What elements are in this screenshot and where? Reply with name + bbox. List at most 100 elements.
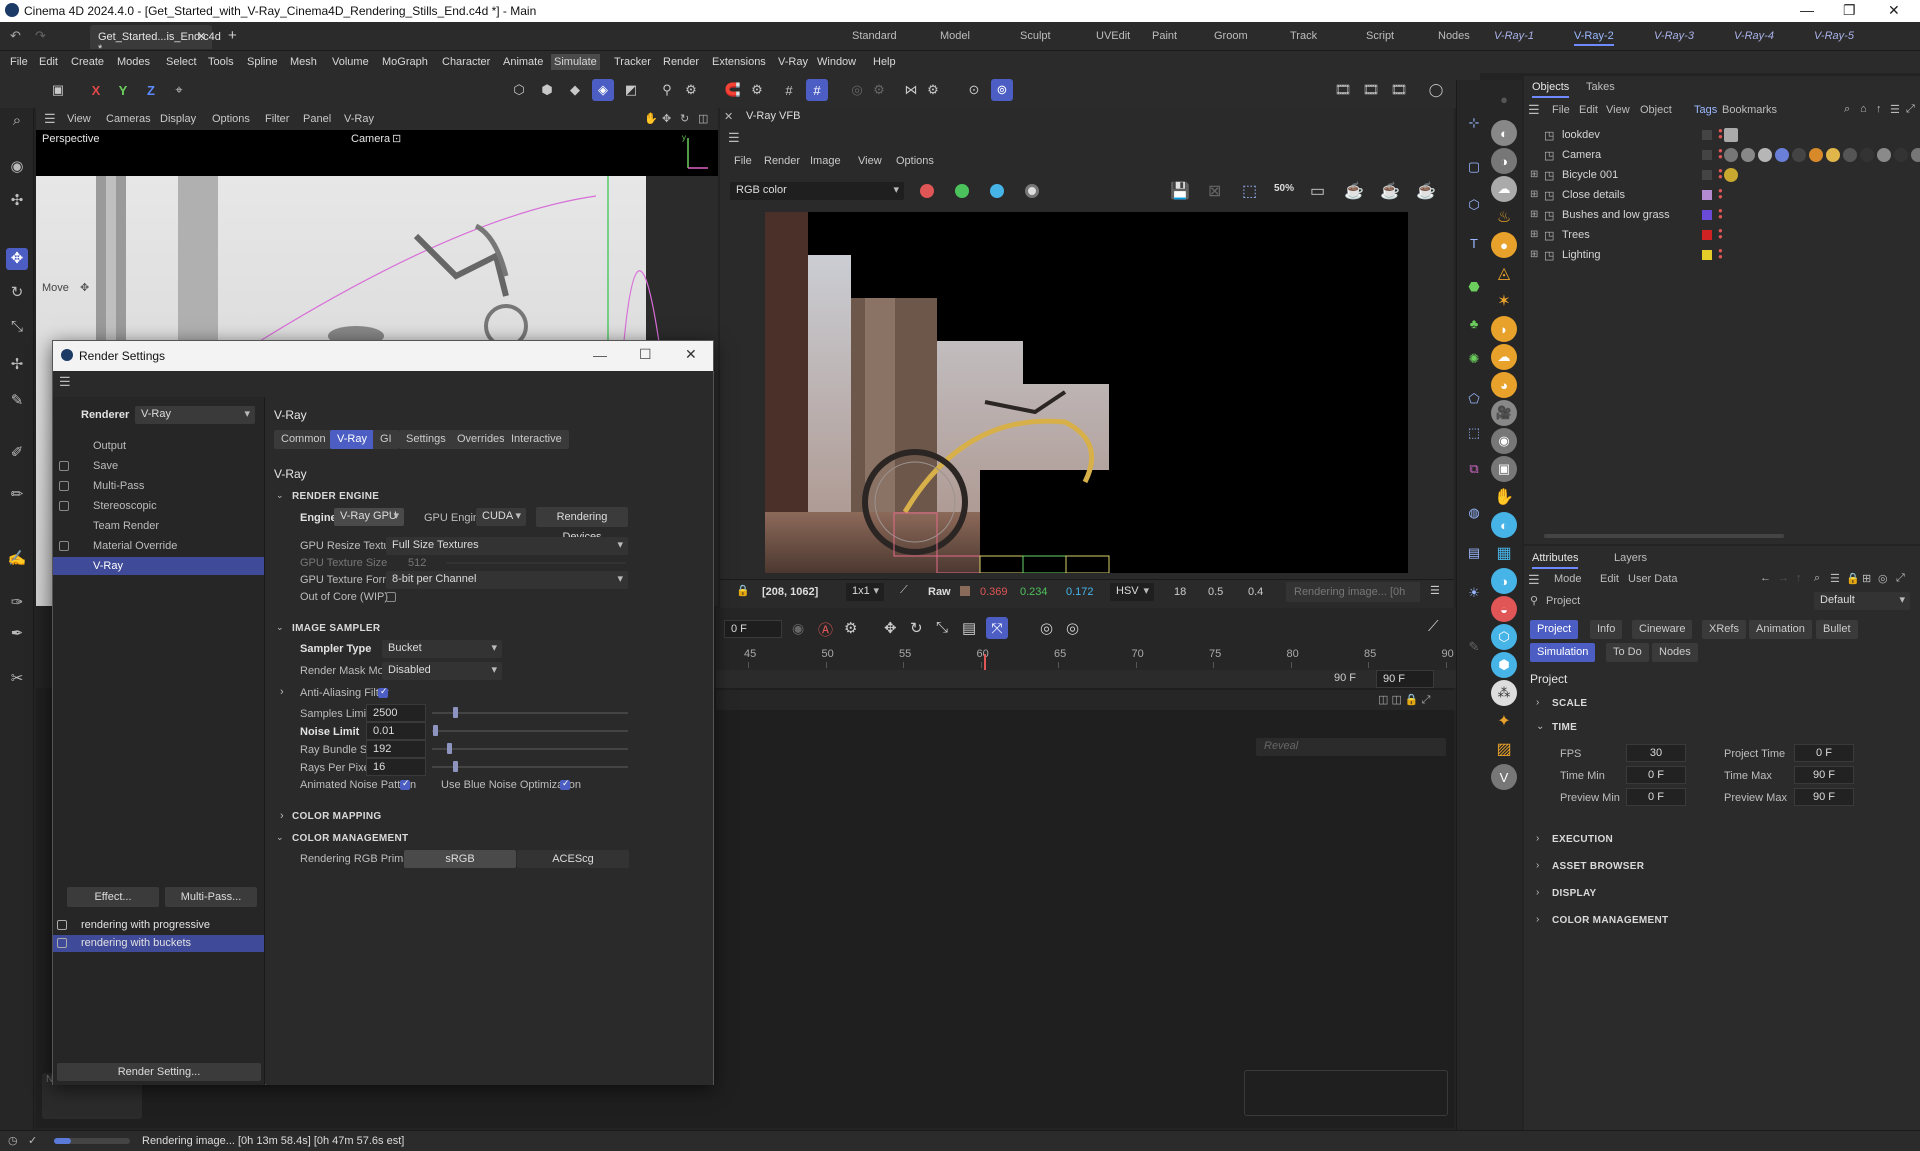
- layout-tab-v-ray-1[interactable]: V-Ray-1: [1494, 30, 1534, 42]
- document-tab[interactable]: Get_Started...is_End.c4d * ✕: [90, 25, 221, 55]
- layer-color-swatch[interactable]: [1702, 230, 1712, 240]
- aa-expand-icon[interactable]: ›: [280, 686, 284, 698]
- attr-menu-user-data[interactable]: User Data: [1628, 573, 1678, 585]
- redo-icon[interactable]: ↷: [35, 28, 46, 44]
- z-axis-button[interactable]: Z: [140, 79, 162, 101]
- object-name[interactable]: Bushes and low grass: [1562, 209, 1670, 221]
- engine-select[interactable]: V-Ray GPU: [334, 508, 404, 526]
- gradient-icon[interactable]: ▨: [1491, 736, 1517, 762]
- attr-section-display[interactable]: DISPLAY: [1552, 888, 1597, 899]
- menu-mograph[interactable]: MoGraph: [382, 56, 428, 68]
- visibility-dots-icon[interactable]: ● ●: [1718, 207, 1723, 221]
- noise-limit-field[interactable]: 0.01: [366, 722, 426, 740]
- color-management-section[interactable]: COLOR MANAGEMENT: [292, 833, 408, 844]
- objects-menu-view[interactable]: View: [1606, 104, 1630, 116]
- material-icon-1[interactable]: ✋: [1491, 484, 1517, 510]
- menu-render[interactable]: Render: [663, 56, 699, 68]
- viewport-menu-filter[interactable]: Filter: [265, 113, 289, 125]
- project-time-field[interactable]: 0 F: [1794, 744, 1854, 762]
- magnet-settings-icon[interactable]: ⚙: [746, 79, 768, 101]
- y-axis-button[interactable]: Y: [112, 79, 134, 101]
- attr-lock-icon[interactable]: 🔒: [1846, 572, 1860, 585]
- material-icon-3[interactable]: ▦: [1491, 540, 1517, 566]
- vray-volume-icon[interactable]: ⧉: [1461, 456, 1487, 482]
- material-tag-icon[interactable]: [1724, 148, 1738, 162]
- vray-environment-icon[interactable]: ◍: [1461, 500, 1487, 526]
- camera-icon-3[interactable]: ▣: [1491, 456, 1517, 482]
- pixel-ratio-select[interactable]: 1x1: [846, 583, 884, 601]
- layout-tab-standard[interactable]: Standard: [852, 30, 897, 42]
- light-icon-7[interactable]: ◬: [1491, 260, 1517, 286]
- attr-section-time[interactable]: TIME: [1552, 722, 1577, 733]
- layout-tab-v-ray-3[interactable]: V-Ray-3: [1654, 30, 1694, 42]
- material-tag-icon[interactable]: [1860, 148, 1874, 162]
- edges-mode-icon[interactable]: ⬢: [536, 79, 558, 101]
- motion-settings-icon[interactable]: ◎: [1066, 619, 1079, 637]
- attr-settings-icon[interactable]: ◎: [1878, 572, 1888, 585]
- material-icon-2[interactable]: ◐: [1491, 512, 1517, 538]
- effect-button[interactable]: Effect...: [67, 887, 159, 907]
- close-tab-icon[interactable]: ✕: [197, 30, 206, 43]
- grid-icon[interactable]: #: [778, 79, 800, 101]
- viewport-hamburger-icon[interactable]: ☰: [44, 111, 56, 127]
- attr-section-execution[interactable]: EXECUTION: [1552, 834, 1613, 845]
- light-icon-10[interactable]: ☁: [1491, 344, 1517, 370]
- out-of-core-checkbox[interactable]: [386, 592, 396, 602]
- lock-icon[interactable]: ◎: [846, 79, 868, 101]
- menu-create[interactable]: Create: [71, 56, 104, 68]
- multipass-button[interactable]: Multi-Pass...: [165, 887, 257, 907]
- zoom-badge[interactable]: 50%: [1274, 183, 1294, 194]
- save-image-icon[interactable]: 💾: [1170, 181, 1190, 201]
- attr-section-scale[interactable]: SCALE: [1552, 698, 1587, 709]
- dialog-hamburger-icon[interactable]: ☰: [59, 374, 71, 390]
- menu-animate[interactable]: Animate: [503, 56, 543, 68]
- vfb-menu-file[interactable]: File: [734, 155, 752, 167]
- samples-limit-knob[interactable]: [453, 707, 458, 718]
- attr-section-color-management[interactable]: COLOR MANAGEMENT: [1552, 915, 1668, 926]
- sidebar-item-v-ray[interactable]: V-Ray: [53, 557, 264, 575]
- spline-pen-icon[interactable]: ✎: [6, 390, 28, 412]
- workplane-active-icon[interactable]: ⊚: [991, 79, 1013, 101]
- objects-expand-icon[interactable]: ⤢: [1906, 103, 1915, 116]
- sidebar-item-team-render[interactable]: Team Render: [53, 517, 264, 535]
- autokey-icon[interactable]: Ⓐ: [818, 619, 833, 640]
- channel-select[interactable]: RGB color: [730, 182, 904, 200]
- attr-new-icon[interactable]: ⊞: [1862, 572, 1871, 585]
- axis-settings-icon[interactable]: ⚙: [680, 79, 702, 101]
- viewport-layout-icon[interactable]: ◫: [698, 112, 708, 125]
- axis-mode-icon[interactable]: ⚲: [656, 79, 678, 101]
- menu-spline[interactable]: Spline: [247, 56, 278, 68]
- green-channel-icon[interactable]: [955, 184, 969, 198]
- current-frame-field[interactable]: 0 F: [724, 620, 782, 638]
- object-row-bushes-and-low-grass[interactable]: ⊞ ◳ Bushes and low grass ● ●: [1530, 206, 1914, 226]
- layout-icons[interactable]: ◫ ◫ 🔒 ⤢: [1378, 693, 1430, 707]
- preview-min-field[interactable]: 0 F: [1626, 788, 1686, 806]
- color-management-chevron-icon[interactable]: ⌄: [276, 832, 284, 843]
- coordinate-system-icon[interactable]: ⌖: [168, 79, 190, 101]
- layer-color-swatch[interactable]: [1702, 130, 1712, 140]
- attr-subtab-project[interactable]: Project: [1530, 620, 1579, 639]
- layer-color-swatch[interactable]: [1702, 170, 1712, 180]
- attr-subtab-info[interactable]: Info: [1590, 620, 1623, 639]
- menu-character[interactable]: Character: [442, 56, 490, 68]
- model-mode-icon[interactable]: ◈: [592, 79, 614, 101]
- objects-search-icon[interactable]: ⌕: [1844, 103, 1850, 116]
- brush-tool-icon[interactable]: ✏: [6, 484, 28, 506]
- attributes-hamburger-icon[interactable]: ☰: [1528, 572, 1540, 588]
- objects-menu-file[interactable]: File: [1552, 104, 1570, 116]
- object-name[interactable]: Camera: [1562, 149, 1601, 161]
- paint-tool-icon[interactable]: ✍: [6, 548, 28, 570]
- menu-modes[interactable]: Modes: [117, 56, 150, 68]
- pixel-lock-icon[interactable]: 🔒: [736, 584, 750, 597]
- attr-subtab-nodes[interactable]: Nodes: [1652, 643, 1698, 662]
- render-view-icon[interactable]: 🎞: [1332, 79, 1354, 101]
- material-tag-icon[interactable]: [1741, 148, 1755, 162]
- material-tag-icon[interactable]: [1911, 148, 1920, 162]
- rendering-devices-button[interactable]: Rendering Devices: [536, 507, 628, 543]
- vfb-menu-render[interactable]: Render: [764, 155, 800, 167]
- takes-tab[interactable]: Takes: [1586, 81, 1615, 93]
- settings-tab-settings[interactable]: Settings: [399, 430, 453, 449]
- viewport-pan-icon[interactable]: ✋: [644, 112, 658, 125]
- camera-icon-1[interactable]: 🎥: [1491, 400, 1517, 426]
- lock-settings-icon[interactable]: ⚙: [868, 79, 890, 101]
